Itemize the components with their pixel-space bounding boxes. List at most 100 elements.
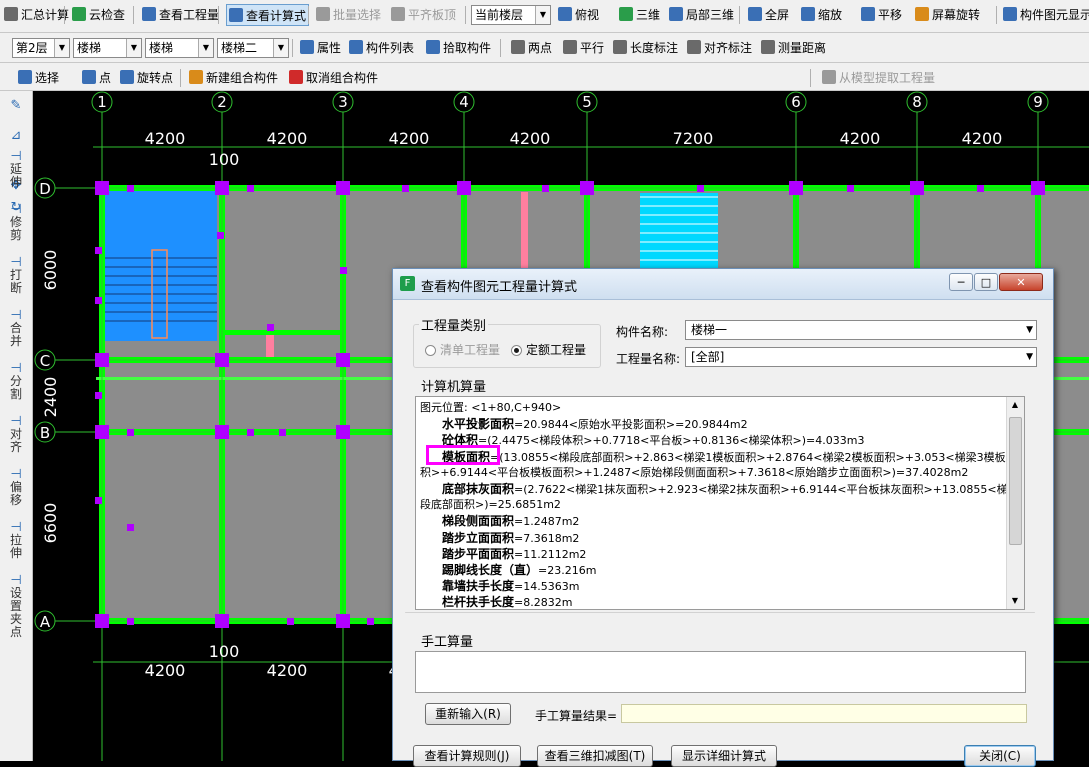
toolbar-rotate-point-button[interactable]: 旋转点 — [118, 67, 175, 89]
dimension-text: 7200 — [673, 129, 714, 148]
sidebar-split-button[interactable]: ⊣ 分 割 — [3, 362, 29, 401]
cloud-check-icon — [72, 7, 86, 21]
close-window-button[interactable]: ✕ — [999, 273, 1043, 291]
chevron-down-icon[interactable]: ▼ — [54, 39, 69, 57]
toolbar-label: 屏幕旋转 — [932, 8, 981, 22]
toolbar-label: 平齐板顶 — [408, 8, 457, 22]
toolbar-local-3d-button[interactable]: 局部三维 — [667, 4, 736, 26]
formula-textarea[interactable]: 图元位置: <1+80,C+940> 水平投影面积=20.9844<原始水平投影面… — [415, 396, 1025, 610]
column-small — [367, 618, 374, 625]
sidebar-align-button[interactable]: ⊣ 对 齐 — [3, 415, 29, 454]
floor-select[interactable]: 第2层 ▼ — [12, 38, 70, 58]
toolbar-label: 构件列表 — [366, 41, 415, 55]
sidebar-extend-button[interactable]: ⊣ 延 伸 — [3, 150, 29, 189]
component-select[interactable]: 楼梯二 ▼ — [217, 38, 289, 58]
stair-area — [104, 191, 217, 341]
quantity-name-select[interactable]: [全部] ▼ — [685, 347, 1037, 367]
toolbar-label: 对齐标注 — [704, 41, 753, 55]
dialog-titlebar[interactable]: F 查看构件图元工程量计算式 ─ □ ✕ — [393, 269, 1053, 300]
show-detail-button[interactable]: 显示详细计算式 — [671, 745, 777, 767]
toolbar-extract-button[interactable]: 从模型提取工程量 — [820, 67, 937, 89]
toolbar-rotate-screen-button[interactable]: 屏幕旋转 — [913, 4, 982, 26]
formula-term: 梯段侧面面积 — [442, 514, 515, 529]
floor-view-combo-label: 当前楼层 — [475, 8, 524, 22]
column-small — [279, 429, 286, 436]
type-select[interactable]: 楼梯 ▼ — [145, 38, 214, 58]
sidebar-merge-button[interactable]: ⊣ 合 并 — [3, 309, 29, 348]
toolbar-pick-component-button[interactable]: 拾取构件 — [424, 37, 493, 59]
toolbar-separator — [996, 6, 997, 24]
column-small — [95, 247, 102, 254]
properties-icon — [300, 40, 314, 54]
radio-quota-quantity[interactable]: 定额工程量 — [511, 341, 586, 358]
toolbar-3d-view-button[interactable]: 三维 — [617, 4, 662, 26]
formula-line: 段底部面积>)=25.6851m2 — [420, 496, 561, 512]
maximize-button[interactable]: □ — [974, 273, 998, 291]
extract-icon — [822, 70, 836, 84]
sidebar-offset-button[interactable]: ⊣ 偏 移 — [3, 468, 29, 507]
toolbar-align-dimension-button[interactable]: 对齐标注 — [685, 37, 754, 59]
category-select[interactable]: 楼梯 ▼ — [73, 38, 142, 58]
scroll-down-icon[interactable]: ▼ — [1008, 594, 1022, 608]
toolbar-zoom-button[interactable]: 缩放 — [799, 4, 844, 26]
toolbar-display-button[interactable]: 构件图元显示 — [1001, 4, 1089, 26]
chevron-down-icon[interactable]: ▼ — [198, 39, 213, 57]
formula-value: 积>+6.9144<平台板模板面积>+1.2487<原始梯段侧面面积>+7.36… — [420, 465, 969, 479]
toolbar-label: 拾取构件 — [443, 41, 492, 55]
toolbar-point-button[interactable]: 点 — [80, 67, 113, 89]
column-small — [127, 618, 134, 625]
toolbar-cloud-check-button[interactable]: 云检查 — [70, 4, 127, 26]
minimize-button[interactable]: ─ — [949, 273, 973, 291]
view-rules-button[interactable]: 查看计算规则(J) — [413, 745, 521, 767]
toolbar-new-group-button[interactable]: 新建组合构件 — [187, 67, 280, 89]
dimension-text: 4200 — [510, 129, 551, 148]
toolbar-label: 三维 — [636, 8, 661, 22]
toolbar-align-top-button[interactable]: 平齐板顶 — [389, 4, 458, 26]
chevron-down-icon[interactable]: ▼ — [273, 39, 288, 57]
scroll-up-icon[interactable]: ▲ — [1008, 398, 1022, 412]
toolbar-quantity-button[interactable]: 查看工程量 — [140, 4, 221, 26]
chevron-down-icon[interactable]: ▼ — [126, 39, 141, 57]
toolbar-label: 取消组合构件 — [306, 71, 379, 85]
manual-result-field[interactable] — [621, 704, 1027, 723]
pen-icon[interactable]: ✎ — [3, 99, 29, 112]
component-name-select[interactable]: 楼梯一 ▼ — [685, 320, 1037, 340]
component-list-icon — [349, 40, 363, 54]
toolbar-sum-button[interactable]: 汇总计算 — [2, 4, 71, 26]
toolbar-pan-button[interactable]: 平移 — [859, 4, 904, 26]
reinput-button[interactable]: 重新输入(R) — [425, 703, 511, 725]
sidebar-grip-button[interactable]: ⊣ 设 置 夹 点 — [3, 574, 29, 639]
toolbar-length-dimension-button[interactable]: 长度标注 — [611, 37, 680, 59]
toolbar-parallel-button[interactable]: 平行 — [561, 37, 606, 59]
close-dialog-button[interactable]: 关闭(C) — [964, 745, 1036, 767]
toolbar-label: 查看工程量 — [159, 8, 220, 22]
column — [580, 181, 594, 195]
measure-icon — [761, 40, 775, 54]
toolbar-formula-button[interactable]: 查看计算式 — [226, 4, 310, 26]
radio-bill-quantity[interactable]: 清单工程量 — [425, 341, 500, 358]
toolbar-measure-button[interactable]: 测量距离 — [759, 37, 828, 59]
formula-scrollbar[interactable]: ▲ ▼ — [1006, 397, 1024, 609]
sidebar-trim-button[interactable]: ⊣ 修 剪 — [3, 203, 29, 242]
view-3d-deduction-button[interactable]: 查看三维扣减图(T) — [537, 745, 653, 767]
sidebar-break-button[interactable]: ⊣ 打 断 — [3, 256, 29, 295]
sidebar-stretch-button[interactable]: ⊣ 拉 伸 — [3, 521, 29, 560]
toolbar-top-view-button[interactable]: 俯视 — [556, 4, 601, 26]
toolbar-properties-button[interactable]: 属性 — [298, 37, 343, 59]
sidebar-label: 分 割 — [9, 374, 22, 401]
toolbar-batch-select-button[interactable]: 批量选择 — [314, 4, 383, 26]
toolbar-component-list-button[interactable]: 构件列表 — [347, 37, 416, 59]
chevron-down-icon[interactable]: ▼ — [535, 6, 550, 24]
axis-number: 6 — [791, 93, 801, 111]
toolbar-fullscreen-button[interactable]: 全屏 — [746, 4, 791, 26]
toolbar-select-button[interactable]: 选择 — [16, 67, 61, 89]
toolbar-ungroup-button[interactable]: 取消组合构件 — [287, 67, 380, 89]
floor-view-combo[interactable]: 当前楼层 ▼ — [471, 5, 551, 25]
manual-calc-input[interactable] — [415, 651, 1026, 693]
mirror-icon[interactable]: ⊿ — [3, 129, 29, 142]
formula-line: 踏步立面面积=7.3618m2 — [442, 529, 579, 546]
scroll-thumb[interactable] — [1009, 417, 1022, 545]
formula-icon — [229, 8, 243, 22]
toolbar-two-point-button[interactable]: 两点 — [509, 37, 554, 59]
formula-term: 踏步立面面积 — [442, 530, 515, 545]
